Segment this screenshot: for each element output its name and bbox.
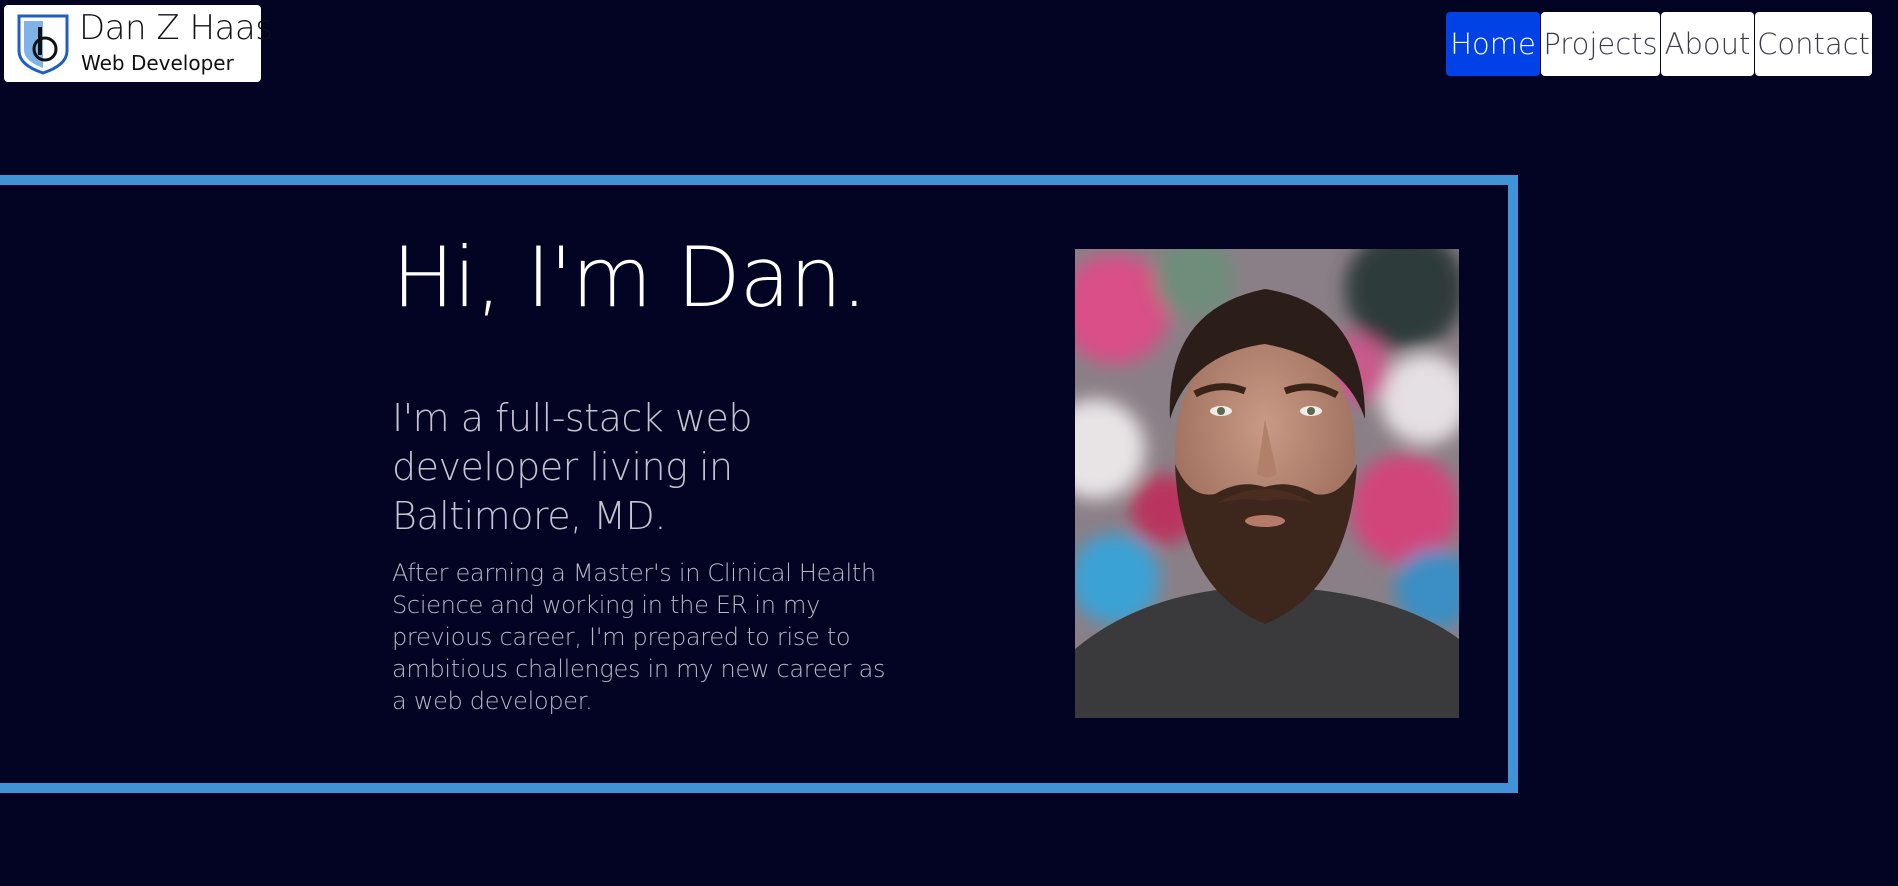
hero-heading: Hi, I'm Dan.	[392, 229, 868, 326]
portrait-photo	[1075, 249, 1459, 718]
shield-logo-icon	[17, 14, 69, 75]
hero-subtitle: I'm a full-stack web developer living in…	[392, 396, 752, 538]
nav-about-button[interactable]: About	[1661, 12, 1754, 76]
logo-tagline: Web Developer	[81, 51, 234, 75]
main-nav: Home Projects About Contact	[1446, 12, 1872, 76]
site-logo[interactable]: Dan Z Haas Web Developer	[4, 5, 273, 82]
nav-home-button[interactable]: Home	[1446, 12, 1540, 76]
logo-name: Dan Z Haas	[79, 8, 273, 48]
page: Dan Z Haas Web Developer Home Projects A…	[0, 0, 1898, 886]
nav-projects-button[interactable]: Projects	[1541, 12, 1660, 76]
nav-contact-button[interactable]: Contact	[1755, 12, 1872, 76]
hero-bio: After earning a Master's in Clinical Hea…	[392, 559, 886, 715]
